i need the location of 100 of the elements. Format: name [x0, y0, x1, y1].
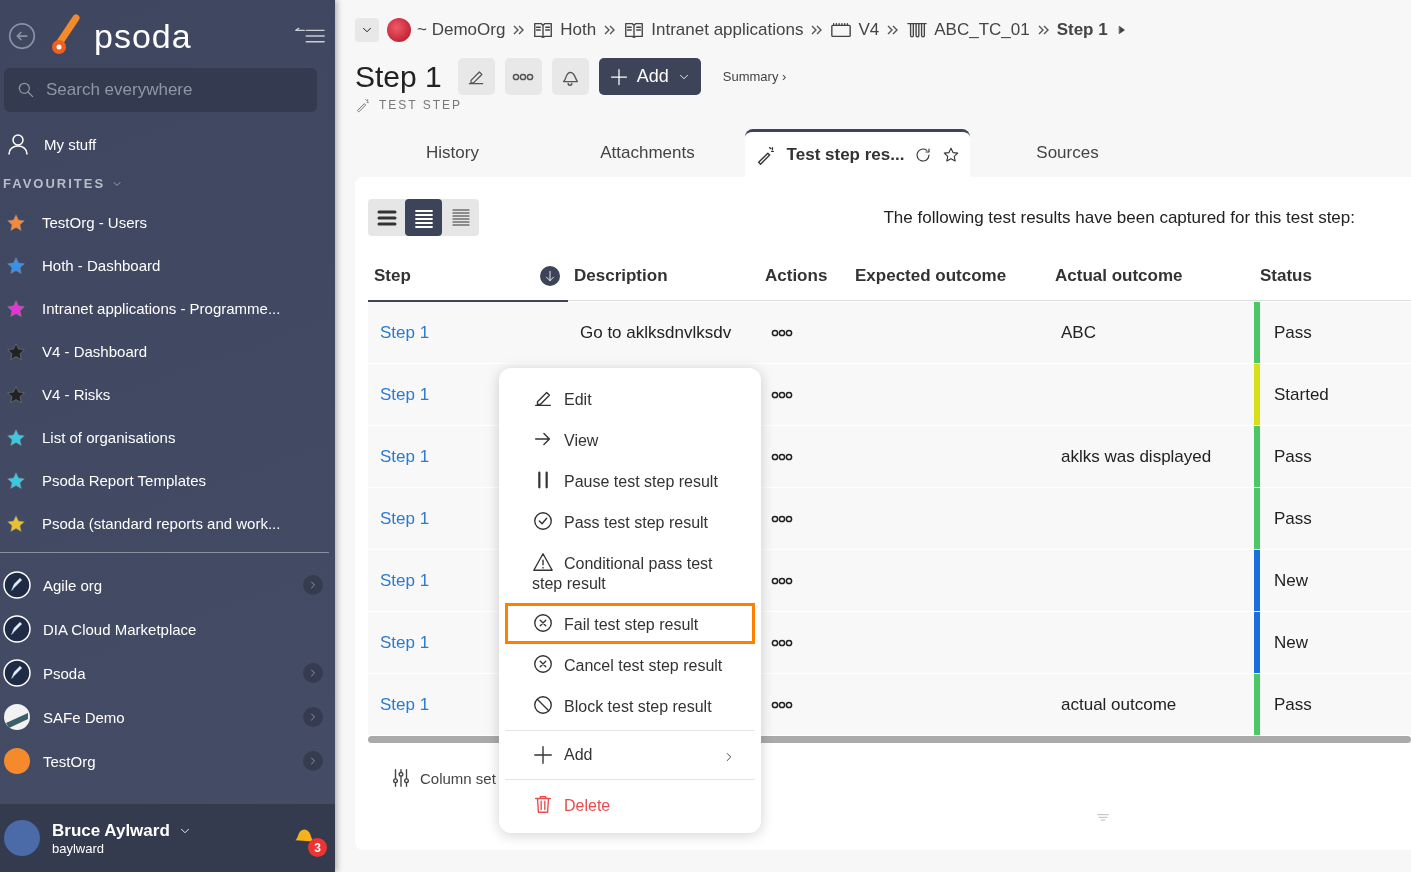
trash-icon — [532, 793, 554, 815]
separator-icon — [513, 25, 525, 35]
bell-button[interactable] — [551, 58, 589, 95]
status-text: Pass — [1273, 445, 1312, 468]
menu-item[interactable]: Conditional pass test step result — [505, 542, 755, 603]
more-button[interactable] — [504, 58, 542, 95]
breadcrumb-link[interactable]: ABC_TC_01 — [934, 20, 1030, 40]
step-link[interactable]: Step 1 — [380, 632, 430, 653]
step-link[interactable]: Step 1 — [380, 384, 430, 405]
back-icon — [8, 22, 36, 50]
menu-item[interactable]: Edit — [505, 378, 755, 419]
organisation-link[interactable]: Psoda — [43, 664, 291, 682]
breadcrumb-link[interactable]: Hoth — [560, 20, 597, 40]
rocket-icon — [3, 571, 31, 599]
breadcrumb-link[interactable]: ~ DemoOrg — [417, 20, 506, 40]
step-link[interactable]: Step 1 — [380, 508, 430, 529]
breadcrumb-link[interactable]: Step 1 — [1056, 20, 1108, 40]
more-icon — [771, 328, 793, 337]
star-outline-icon — [942, 145, 961, 164]
username: baylward — [52, 840, 106, 856]
column-header[interactable]: Step — [374, 266, 411, 286]
stripes-logo-icon — [3, 703, 31, 731]
my-stuff-link[interactable]: My stuff — [44, 135, 97, 153]
block-icon — [532, 694, 554, 716]
search-icon — [16, 80, 36, 100]
breadcrumb-link[interactable]: Intranet applications — [651, 20, 804, 40]
organisation-link[interactable]: TestOrg — [43, 752, 291, 770]
wand-icon — [355, 97, 371, 113]
add-button[interactable]: Add — [598, 58, 701, 95]
tab[interactable]: Attachments — [550, 129, 745, 177]
favourite-link[interactable]: Hoth - Dashboard — [42, 257, 161, 274]
organisation-link[interactable]: Agile org — [43, 576, 291, 594]
breadcrumb-link[interactable]: V4 — [858, 20, 880, 40]
more-icon — [771, 514, 793, 523]
menu-item[interactable]: View — [505, 419, 755, 460]
tab[interactable]: Test step res... — [745, 129, 970, 177]
org-logo-icon — [387, 18, 411, 42]
status-text: Pass — [1273, 693, 1312, 716]
rocket-icon — [3, 659, 31, 687]
person-icon — [6, 132, 30, 156]
menu-item[interactable]: Delete — [505, 784, 755, 825]
avatar — [4, 820, 40, 856]
user-name[interactable]: Bruce Aylward — [52, 820, 170, 841]
separator-icon — [604, 25, 616, 35]
edit-button[interactable] — [457, 58, 495, 95]
more-icon — [512, 72, 535, 81]
favourite-link[interactable]: V4 - Dashboard — [42, 343, 148, 360]
column-header[interactable]: Actions — [765, 266, 828, 286]
status-text: New — [1273, 631, 1308, 654]
step-link[interactable]: Step 1 — [380, 446, 430, 467]
summary-link[interactable]: Summary › — [722, 69, 787, 84]
step-link[interactable]: Step 1 — [380, 322, 430, 343]
favourite-link[interactable]: List of organisations — [42, 429, 176, 446]
table-cell: actual outcome — [1049, 674, 1254, 736]
rocket-icon — [3, 615, 31, 643]
plus-icon — [532, 744, 554, 766]
tab[interactable]: History — [355, 129, 550, 177]
menu-item[interactable]: Fail test step result — [505, 603, 755, 644]
menu-item[interactable]: Pass test step result — [505, 501, 755, 542]
favourite-link[interactable]: TestOrg - Users — [42, 214, 147, 231]
step-link[interactable]: Step 1 — [380, 694, 430, 715]
menu-item[interactable]: Block test step result — [505, 685, 755, 726]
table-cell: Go to aklksdnvlksdv — [568, 302, 759, 364]
step-link[interactable]: Step 1 — [380, 570, 430, 591]
x-circle-icon — [532, 653, 554, 675]
menu-item[interactable]: Cancel test step result — [505, 644, 755, 685]
table-cell: aklks was displayed — [1049, 426, 1254, 488]
column-header[interactable]: Expected outcome — [855, 266, 1007, 286]
sort-button[interactable] — [540, 266, 560, 286]
column-header[interactable]: Description — [574, 266, 668, 286]
column-settings-link[interactable]: Column set — [420, 769, 496, 787]
view-mode-button[interactable] — [405, 199, 442, 236]
favourite-link[interactable]: Psoda Report Templates — [42, 472, 206, 489]
separator-icon — [1037, 25, 1049, 35]
more-icon — [771, 576, 793, 585]
menu-item[interactable]: Pause test step result — [505, 460, 755, 501]
status-text: Pass — [1273, 321, 1312, 344]
page-type: TEST STEP — [379, 98, 463, 112]
column-header[interactable]: Actual outcome — [1055, 266, 1183, 286]
menu-item[interactable]: Add — [505, 735, 755, 775]
column-header[interactable]: Status — [1260, 266, 1312, 286]
organisation-link[interactable]: DIA Cloud Marketplace — [43, 620, 323, 638]
plus-icon — [608, 66, 629, 87]
tab[interactable]: Sources — [970, 129, 1165, 177]
more-icon — [771, 700, 793, 709]
page-title: Step 1 — [355, 59, 442, 94]
sliders-icon — [390, 767, 412, 789]
separator-icon — [887, 25, 899, 35]
sun-logo-icon — [3, 747, 31, 775]
more-icon — [771, 638, 793, 647]
favourite-link[interactable]: Psoda (standard reports and work... — [42, 515, 281, 532]
more-icon — [771, 390, 793, 399]
status-text: Started — [1273, 383, 1329, 406]
search-field[interactable]: Search everywhere — [4, 68, 317, 112]
app-name: psoda — [94, 16, 192, 56]
check-circle-icon — [532, 510, 554, 532]
favourites-heading: FAVOURITES — [3, 176, 106, 191]
organisation-link[interactable]: SAFe Demo — [43, 708, 291, 726]
favourite-link[interactable]: Intranet applications - Programme... — [42, 300, 281, 317]
favourite-link[interactable]: V4 - Risks — [42, 386, 111, 403]
